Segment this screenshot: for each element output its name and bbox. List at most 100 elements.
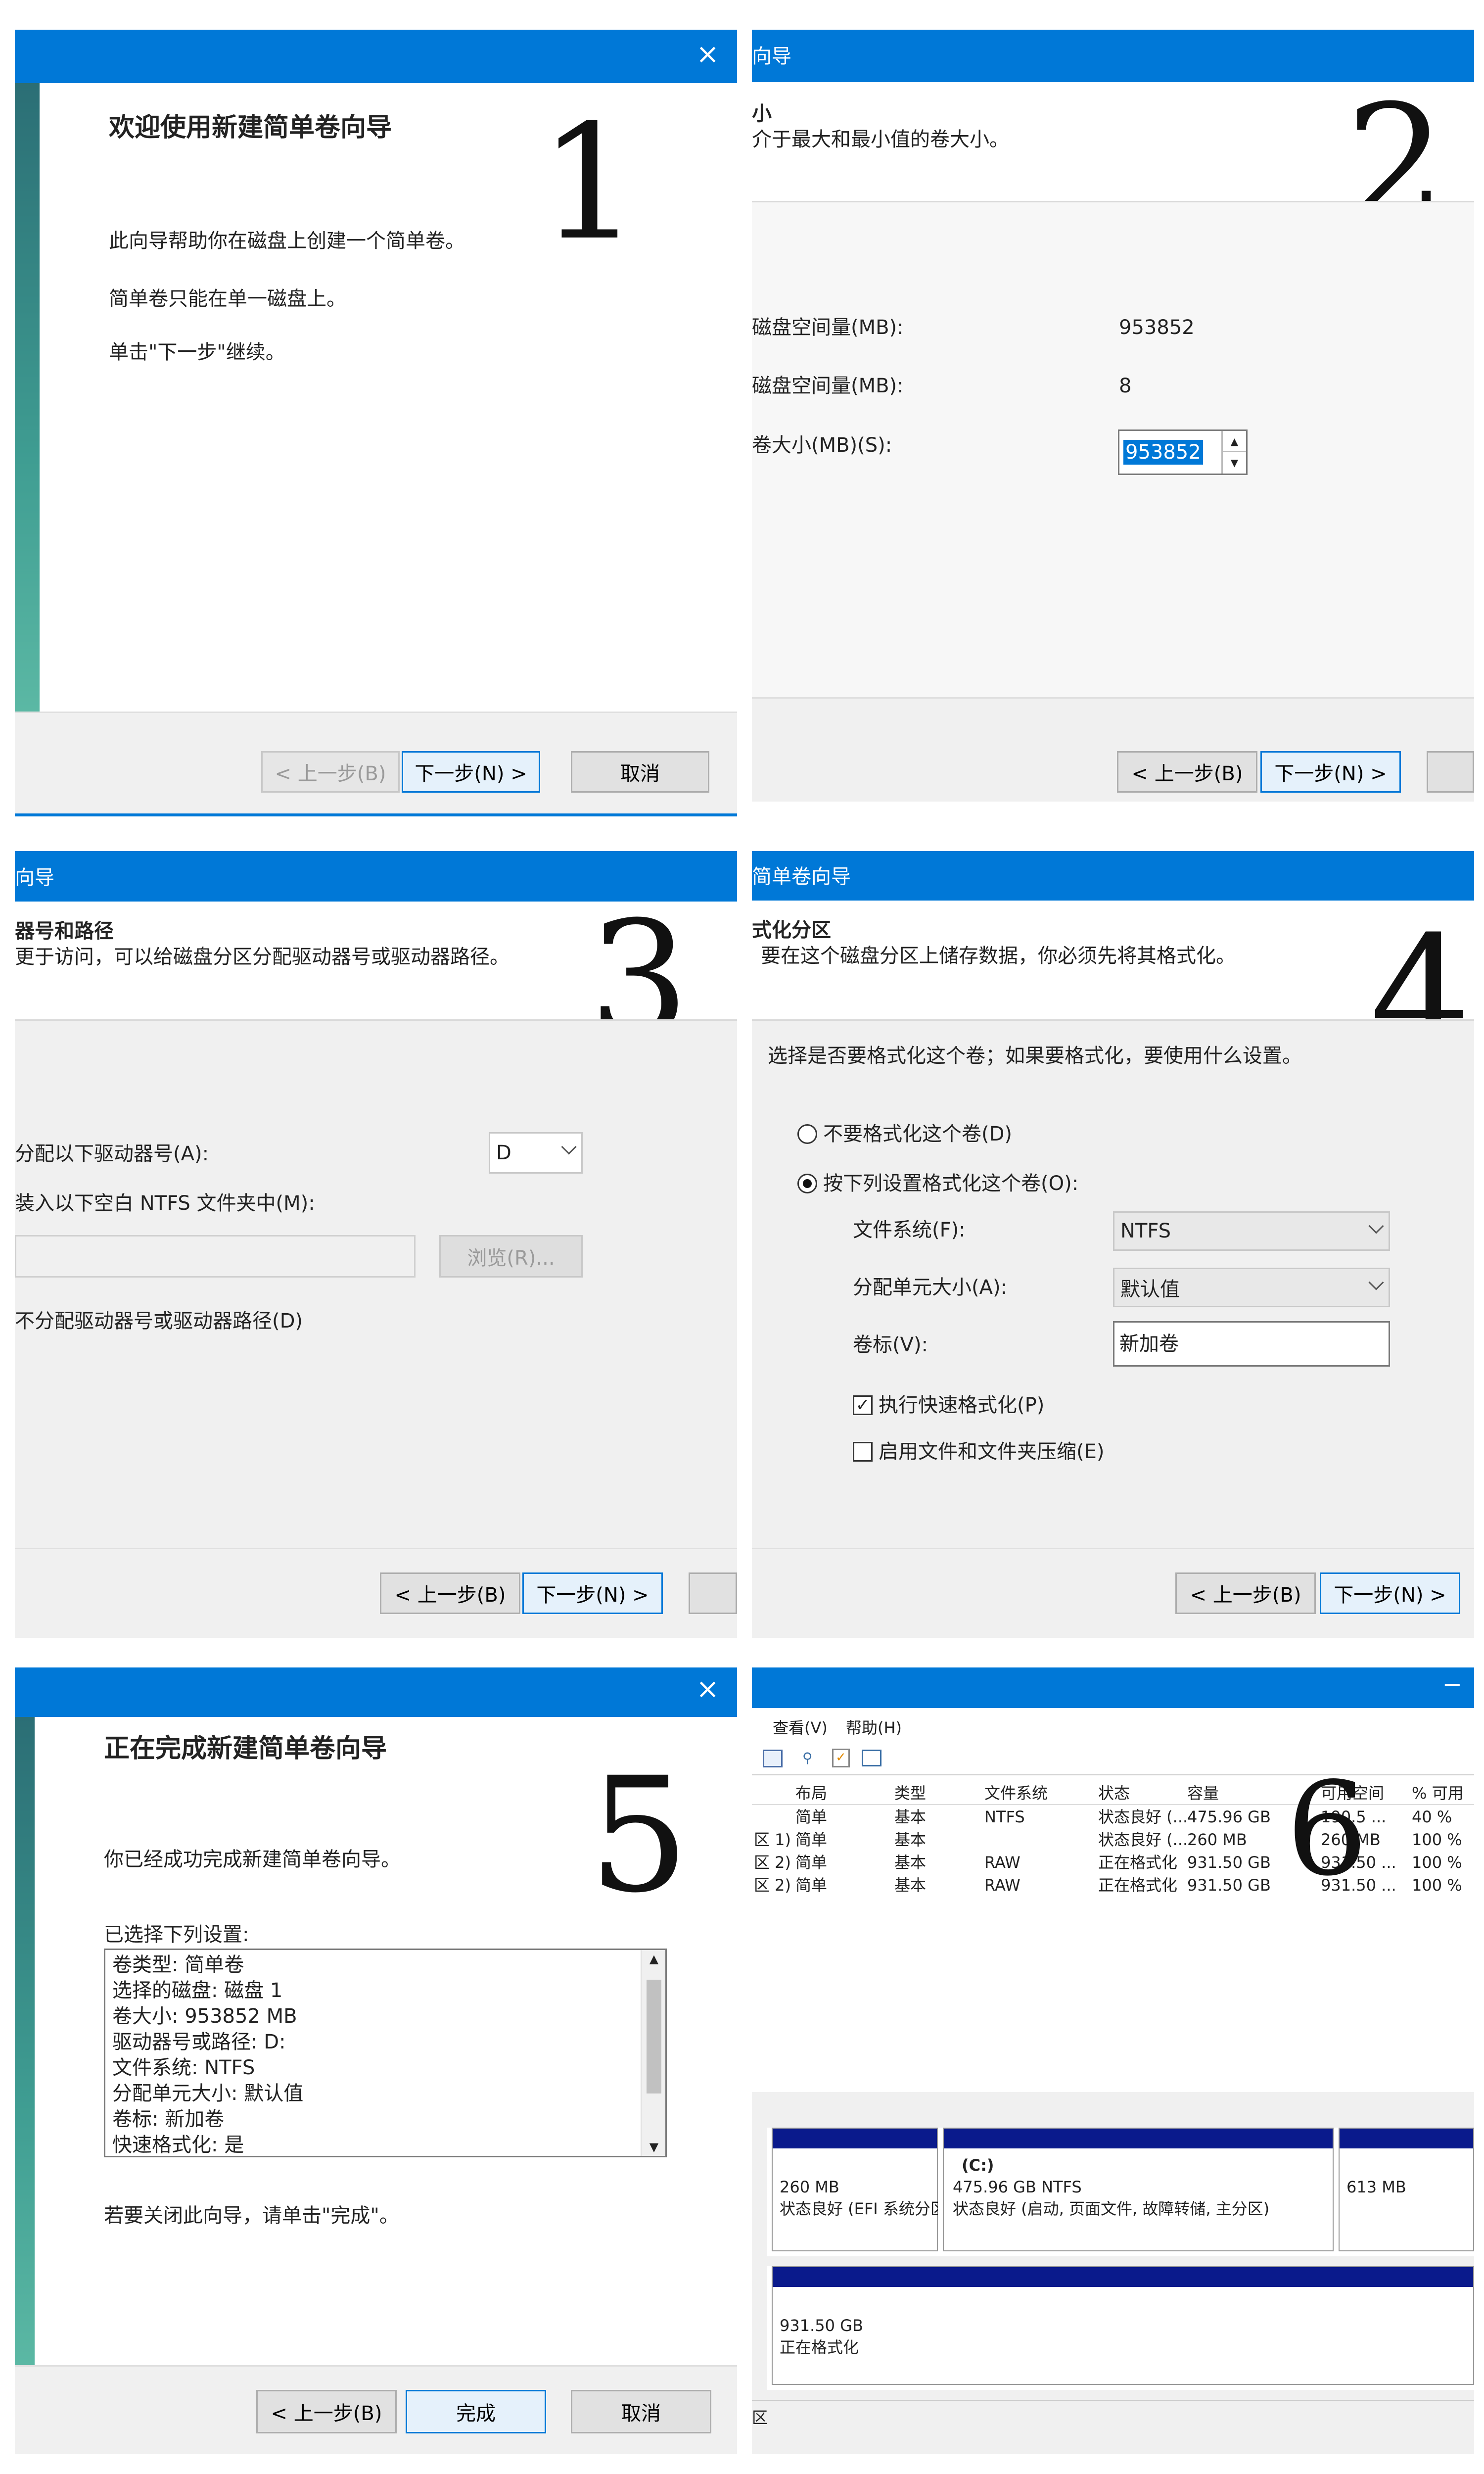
drive-letter-value: D [496, 1142, 511, 1164]
content-area [15, 1021, 737, 1548]
file-system-label: 文件系统(F): [853, 1219, 966, 1241]
col-header[interactable]: 状态 [1098, 1784, 1130, 1802]
close-icon[interactable]: × [696, 41, 719, 68]
next-button[interactable]: 下一步(N) > [402, 751, 540, 793]
browse-button[interactable]: 浏览(R)... [439, 1235, 583, 1278]
finish-button[interactable]: 完成 [406, 2390, 546, 2433]
format-label[interactable]: 按下列设置格式化这个卷(O): [823, 1173, 1078, 1194]
cell-layout: 简单 [795, 1808, 828, 1826]
chevron-down-icon [561, 1139, 577, 1155]
minimize-icon[interactable]: − [1442, 1672, 1462, 1696]
back-button[interactable]: < 上一步(B) [256, 2390, 397, 2433]
max-size-label: 磁盘空间量(MB): [752, 316, 904, 339]
compression-label[interactable]: 启用文件和文件夹压缩(E) [879, 1441, 1104, 1463]
cell-filesystem: NTFS [984, 1808, 1025, 1826]
allocation-unit-label: 分配单元大小(A): [853, 1276, 1008, 1299]
col-header[interactable]: 布局 [795, 1784, 827, 1802]
legend-text: 区 [752, 2408, 768, 2427]
cell-status: 正在格式化 [1098, 1876, 1178, 1895]
help-icon[interactable]: ⚲ [802, 1750, 822, 1767]
back-button[interactable]: < 上一步(B) [1117, 751, 1257, 793]
settings-line: 驱动器号或路径: D: [112, 2031, 286, 2053]
partition-status: 正在格式化 [780, 2338, 859, 2357]
settings-line: 选择的磁盘: 磁盘 1 [112, 1979, 283, 2002]
wizard-drive-letter-panel: 向导 器号和路径 更于访问，可以给磁盘分区分配驱动器号或驱动器路径。 3 分配以… [15, 851, 737, 1638]
no-format-label[interactable]: 不要格式化这个卷(D) [823, 1123, 1012, 1145]
wizard-side-banner [15, 1717, 35, 2365]
cell-layout: 简单 [795, 1876, 828, 1895]
section-description: 要在这个磁盘分区上储存数据，你必须先将其格式化。 [761, 945, 1236, 967]
col-header[interactable]: 文件系统 [984, 1784, 1048, 1802]
file-system-select[interactable]: NTFS [1113, 1211, 1390, 1251]
wizard-finish-panel: × 正在完成新建简单卷向导 5 你已经成功完成新建简单卷向导。 已选择下列设置:… [15, 1667, 737, 2454]
cell-capacity: 475.96 GB [1187, 1808, 1271, 1826]
cell-layout: 简单 [795, 1853, 828, 1872]
close-instruction: 若要关闭此向导，请单击"完成"。 [104, 2204, 399, 2227]
col-header[interactable]: % 可用 [1412, 1784, 1464, 1802]
properties-icon[interactable] [763, 1750, 783, 1767]
format-radio[interactable] [797, 1174, 817, 1193]
cancel-button[interactable]: 取消 [571, 751, 709, 793]
cell-capacity: 260 MB [1187, 1830, 1247, 1849]
quick-format-label[interactable]: 执行快速格式化(P) [879, 1394, 1044, 1416]
volume-size-input[interactable]: 953852 [1123, 440, 1203, 465]
cancel-button[interactable] [1427, 751, 1474, 793]
menu-help[interactable]: 帮助(H) [846, 1719, 902, 1737]
settings-line: 分配单元大小: 默认值 [112, 2082, 304, 2105]
cell-filesystem: RAW [984, 1853, 1020, 1872]
disk-partition-c[interactable]: (C:) 475.96 GB NTFS 状态良好 (启动, 页面文件, 故障转储… [943, 2128, 1334, 2251]
no-format-radio[interactable] [797, 1124, 817, 1144]
disk-1-map: 931.50 GB 正在格式化 [767, 2266, 1474, 2390]
back-button[interactable]: < 上一步(B) [261, 751, 400, 793]
col-header[interactable]: 容量 [1187, 1784, 1219, 1802]
partition-status: 状态良好 (启动, 页面文件, 故障转储, 主分区) [953, 2199, 1270, 2218]
disk-partition-recovery[interactable]: 613 MB [1339, 2128, 1474, 2251]
compression-checkbox[interactable] [853, 1442, 873, 1462]
cell-volume: 区 2) [754, 1876, 791, 1895]
disk-partition-new[interactable]: 931.50 GB 正在格式化 [772, 2266, 1474, 2385]
partition-name: (C:) [962, 2156, 994, 2175]
mount-folder-option[interactable]: 装入以下空白 NTFS 文件夹中(M): [15, 1192, 315, 1214]
section-description: 介于最大和最小值的卷大小。 [752, 128, 1009, 151]
no-letter-option[interactable]: 不分配驱动器号或驱动器路径(D) [15, 1310, 303, 1332]
section-heading: 器号和路径 [15, 920, 114, 943]
scroll-up-icon[interactable]: ▲ [642, 1952, 665, 1966]
window-title: 向导 [15, 866, 54, 889]
allocation-unit-select[interactable]: 默认值 [1113, 1268, 1390, 1307]
scrollbar[interactable]: ▲ ▼ [641, 1950, 665, 2156]
stepper-up-icon[interactable]: ▲ [1221, 431, 1246, 452]
next-button[interactable]: 下一步(N) > [1320, 1572, 1460, 1614]
col-header[interactable]: 类型 [894, 1784, 926, 1802]
scroll-thumb[interactable] [647, 1980, 661, 2093]
cell-capacity: 931.50 GB [1187, 1876, 1271, 1895]
next-button[interactable]: 下一步(N) > [522, 1572, 663, 1614]
max-size-value: 953852 [1119, 316, 1195, 339]
close-icon[interactable]: × [696, 1675, 719, 1703]
cancel-button[interactable]: 取消 [571, 2390, 711, 2433]
cell-type: 基本 [894, 1808, 927, 1826]
checklist-icon[interactable]: ✓ [832, 1749, 850, 1767]
folder-path-input[interactable] [15, 1235, 416, 1278]
next-button[interactable]: 下一步(N) > [1260, 751, 1401, 793]
title-bar: − [752, 1667, 1474, 1708]
disk-partition-efi[interactable]: 260 MB 状态良好 (EFI 系统分区) [772, 2128, 938, 2251]
volume-label-input[interactable]: 新加卷 [1113, 1321, 1390, 1367]
settings-summary-box[interactable]: 卷类型: 简单卷 选择的磁盘: 磁盘 1 卷大小: 953852 MB 驱动器号… [104, 1949, 667, 2157]
quick-format-checkbox[interactable]: ✓ [853, 1395, 873, 1415]
wizard-side-banner [15, 83, 40, 712]
assign-letter-option[interactable]: 分配以下驱动器号(A): [15, 1143, 209, 1165]
intro-line: 单击"下一步"继续。 [109, 341, 285, 364]
wizard-format-panel: 简单卷向导 式化分区 要在这个磁盘分区上储存数据，你必须先将其格式化。 4 选择… [752, 851, 1474, 1638]
drive-letter-select[interactable]: D [489, 1132, 583, 1174]
back-button[interactable]: < 上一步(B) [380, 1572, 520, 1614]
back-button[interactable]: < 上一步(B) [1175, 1572, 1316, 1614]
volume-size-stepper[interactable]: 953852 ▲ ▼ [1118, 429, 1248, 475]
window-title: 简单卷向导 [752, 865, 851, 888]
volume-list: 布局 类型 文件系统 状态 容量 可用空间 % 可用 简单 基本 NTFS 状态… [752, 1765, 1474, 2092]
details-icon[interactable] [862, 1750, 881, 1766]
stepper-down-icon[interactable]: ▼ [1221, 452, 1246, 474]
cancel-button[interactable] [689, 1572, 737, 1614]
scroll-down-icon[interactable]: ▼ [642, 2140, 665, 2154]
menu-view[interactable]: 查看(V) [773, 1719, 828, 1737]
section-description: 更于访问，可以给磁盘分区分配驱动器号或驱动器路径。 [15, 946, 510, 968]
